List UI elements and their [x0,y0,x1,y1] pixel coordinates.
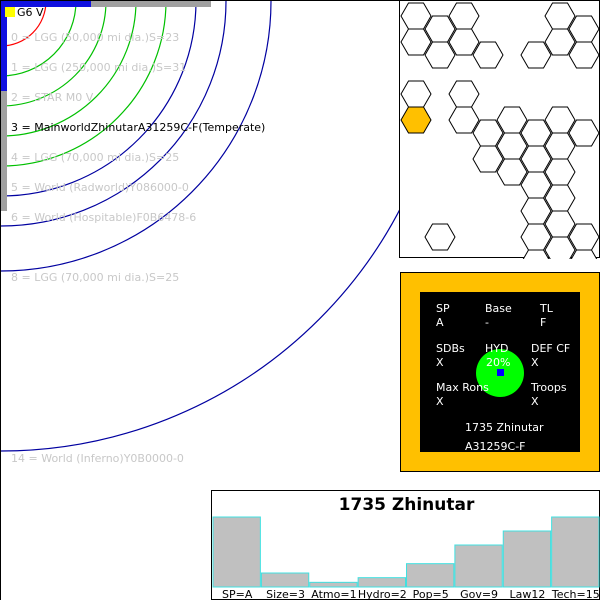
sdbs-value: X [436,356,444,369]
bar-hydro-2 [357,577,406,588]
starport-label: SP [436,302,450,315]
bar-label: Tech=15 [551,588,600,600]
hex-cell[interactable] [424,223,456,251]
world-stats-chart: 1735 Zhinutar SP=A Size=3 Atmo=1 Hydro=2 Pop… [211,490,600,600]
hex-cell[interactable] [544,158,576,186]
orbit-label-6[interactable]: 6 = World (Hospitable)F0B6478-6 [11,211,196,225]
world-name: 1735 Zhinutar [465,421,544,434]
hex-grid[interactable] [400,1,600,259]
bar-tech-15 [551,516,600,588]
world-info-panel: SP A Base - TL F SDBs X HYD 20% DEF CF X… [420,292,580,453]
bar-pop-5 [406,563,455,588]
hex-cell[interactable] [568,41,600,69]
hex-cell[interactable] [568,223,600,251]
hex-cell[interactable] [544,184,576,212]
hex-cell[interactable] [496,158,528,186]
bar-sp-a [212,516,261,588]
tech-level-value: F [540,316,547,329]
hex-cell[interactable] [472,41,504,69]
defense-cf-label: DEF CF [531,342,571,355]
hex-cell[interactable] [520,197,552,225]
star-icon [5,7,15,17]
hex-cell[interactable] [544,210,576,238]
subsector-hex-map[interactable] [399,0,600,259]
hex-cell[interactable] [520,41,552,69]
hex-cell[interactable] [496,106,528,134]
hex-cell[interactable] [448,106,480,134]
hex-cell[interactable] [544,28,576,56]
base-label: Base [485,302,512,315]
hex-cell[interactable] [472,119,504,147]
hex-cell[interactable] [448,80,480,108]
defense-cf-value: X [531,356,539,369]
hex-cell[interactable] [520,171,552,199]
sdbs-label: SDBs [436,342,465,355]
hex-cell[interactable] [520,119,552,147]
bar-label: Pop=5 [413,588,449,600]
orbit-label-0[interactable]: 0 = LGG (50,000 mi dia.)S=23 [11,31,179,45]
bar-label: SP=A [222,588,253,600]
base-value: - [485,316,489,329]
orbit-label-5[interactable]: 5 = World (Radworld)Y086000-0 [11,181,189,195]
hex-cell[interactable] [400,80,432,108]
orbit-label-8[interactable]: 8 = LGG (70,000 mi dia.)S=25 [11,271,179,285]
orbit-ring-4 [1,1,167,167]
orbit-label-1[interactable]: 1 = LGG (250,000 mi dia.)S=31 [11,61,186,75]
bar-gov-9 [454,544,503,588]
hydrographics-label: HYD [485,342,509,355]
hex-cell[interactable] [400,28,432,56]
orbit-label-4[interactable]: 4 = LGG (70,000 mi dia.)S=25 [11,151,179,165]
chart-canvas: SP=A Size=3 Atmo=1 Hydro=2 Pop=5 Gov=9 Law12 Te… [212,516,600,600]
world-uwp: A31259C-F [465,440,526,453]
world-info-card: SP A Base - TL F SDBs X HYD 20% DEF CF X… [400,272,600,472]
troops-label: Troops [531,381,567,394]
bar-label: Size=3 [266,588,305,600]
hex-cell[interactable] [520,223,552,251]
max-rons-value: X [436,395,444,408]
max-rons-label: Max Rons [436,381,489,394]
bar-size-3 [260,572,310,588]
bar-atmo-1 [309,581,358,588]
hex-cell[interactable] [448,28,480,56]
hex-cell[interactable] [472,145,504,173]
hex-cell[interactable] [496,132,528,160]
troops-value: X [531,395,539,408]
vertical-scrollbar[interactable] [1,1,7,211]
hex-cell[interactable] [544,132,576,160]
orbit-label-2[interactable]: 2 = STAR M0 V [11,91,93,105]
stage: G6 V 0 = LGG (50,000 mi dia.)S=23 1 = LG… [0,0,600,600]
orbit-label-14[interactable]: 14 = World (Inferno)Y0B0000-0 [11,452,184,466]
hex-cell[interactable] [520,145,552,173]
hex-cell[interactable] [568,119,600,147]
hex-cell[interactable] [400,2,432,30]
hex-cell[interactable] [544,2,576,30]
hex-cell[interactable] [544,106,576,134]
hex-cell[interactable] [568,15,600,43]
hex-cell[interactable] [424,15,456,43]
bar-label: Gov=9 [460,588,498,600]
bar-label: Law12 [510,588,546,600]
bar-label: Hydro=2 [358,588,407,600]
primary-star-label: G6 V [17,6,44,19]
hex-cell-selected[interactable] [400,106,432,134]
tech-level-label: TL [540,302,553,315]
hydrographics-value: 20% [486,356,511,369]
bar-label: Atmo=1 [311,588,356,600]
hex-cell[interactable] [448,2,480,30]
bar-law12 [502,530,552,588]
hex-cell[interactable] [424,41,456,69]
orbit-label-3-mainworld[interactable]: 3 = MainworldZhinutarA31259C-F(Temperate… [11,121,265,135]
world-marker-icon [497,369,504,376]
starport-value: A [436,316,444,329]
